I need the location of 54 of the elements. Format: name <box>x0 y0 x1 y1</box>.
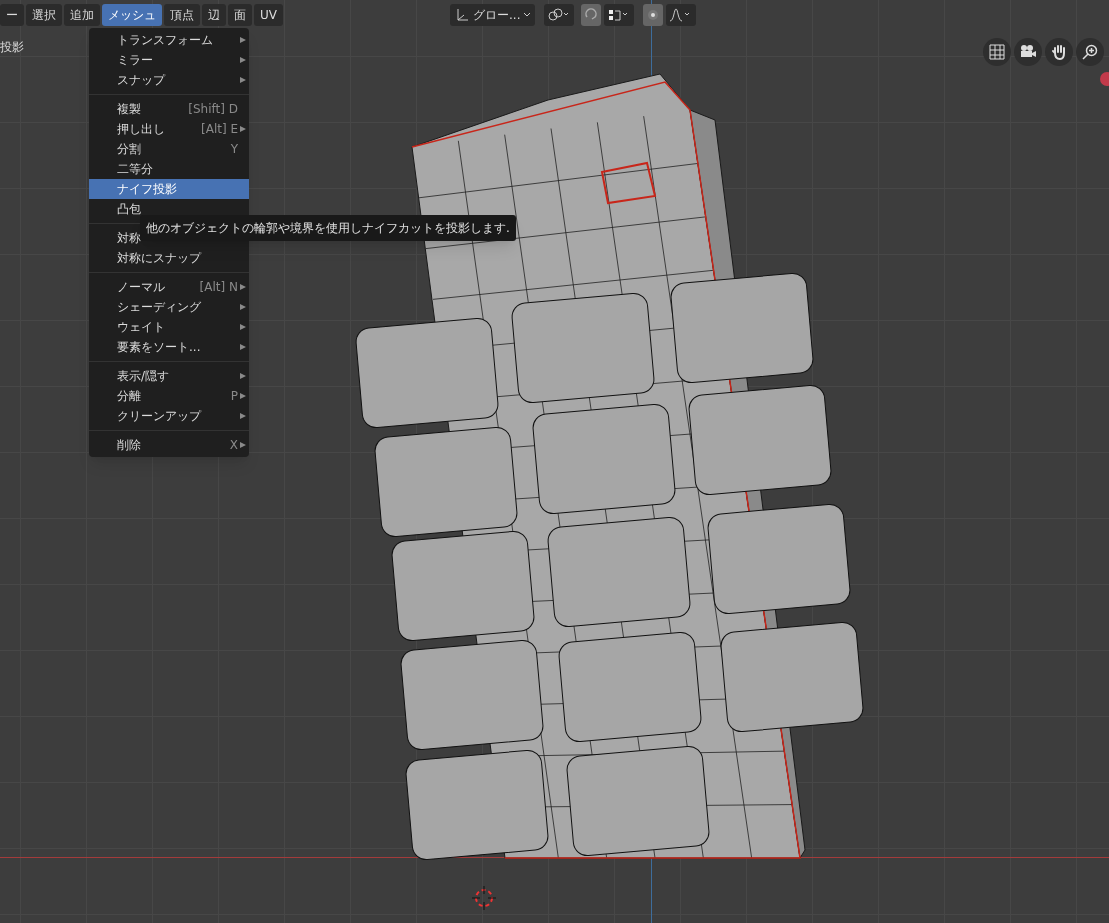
menu-tab[interactable]: 追加 <box>64 4 100 26</box>
submenu-arrow-icon <box>239 441 247 449</box>
menu-item[interactable]: シェーディング <box>89 297 249 317</box>
submenu-arrow-icon <box>239 412 247 420</box>
menu-item[interactable]: 要素をソート... <box>89 337 249 357</box>
menu-item[interactable]: 表示/隠す <box>89 366 249 386</box>
falloff-dropdown[interactable] <box>666 4 697 26</box>
grid-icon[interactable] <box>983 38 1011 66</box>
menu-tab[interactable]: UV <box>254 4 283 26</box>
caret-icon <box>523 12 532 18</box>
submenu-arrow-icon <box>239 372 247 380</box>
menu-item[interactable]: ナイフ投影 <box>89 179 249 199</box>
menu-item[interactable]: 削除 X <box>89 435 249 455</box>
menu-tab[interactable]: メッシュ <box>102 4 162 26</box>
menu-tab[interactable]: ー <box>0 4 24 26</box>
menu-item[interactable]: ミラー <box>89 50 249 70</box>
transform-orientation-dropdown[interactable]: グロー... <box>450 4 536 26</box>
submenu-arrow-icon <box>239 343 247 351</box>
tooltip: 他のオブジェクトの輪郭や境界を使用しナイフカットを投影します. <box>140 215 516 241</box>
menu-tab[interactable]: 面 <box>228 4 252 26</box>
link-icon <box>548 8 571 22</box>
proportional-edit-toggle[interactable] <box>643 4 664 26</box>
zoom-icon[interactable] <box>1076 38 1104 66</box>
menu-item[interactable]: クリーンアップ <box>89 406 249 426</box>
submenu-arrow-icon <box>239 283 247 291</box>
submenu-arrow-icon <box>239 76 247 84</box>
submenu-arrow-icon <box>239 303 247 311</box>
submenu-arrow-icon <box>239 323 247 331</box>
menu-item[interactable]: 分離 P <box>89 386 249 406</box>
submenu-arrow-icon <box>239 125 247 133</box>
proportional-icon <box>646 8 661 22</box>
menu-tab[interactable]: 辺 <box>202 4 226 26</box>
snap-target-dropdown[interactable] <box>604 4 635 26</box>
3d-cursor-icon <box>472 886 496 910</box>
submenu-arrow-icon <box>239 56 247 64</box>
pivot-point-button[interactable] <box>544 4 575 26</box>
menu-item[interactable]: 押し出し [Alt] E <box>89 119 249 139</box>
submenu-arrow-icon <box>239 36 247 44</box>
menu-item[interactable]: 対称にスナップ <box>89 248 249 268</box>
axes-icon <box>454 7 470 23</box>
menu-item[interactable]: ウェイト <box>89 317 249 337</box>
menu-item[interactable]: ノーマル [Alt] N <box>89 277 249 297</box>
menu-tab[interactable]: 頂点 <box>164 4 200 26</box>
menu-item[interactable]: 分割 Y <box>89 139 249 159</box>
menu-item[interactable]: 複製 [Shift] D <box>89 99 249 119</box>
menu-item[interactable]: トランスフォーム <box>89 30 249 50</box>
operator-label: 投影 <box>0 39 24 56</box>
camera-icon[interactable] <box>1014 38 1042 66</box>
snap-toggle[interactable] <box>581 4 602 26</box>
submenu-arrow-icon <box>239 392 247 400</box>
menu-item[interactable]: 二等分 <box>89 159 249 179</box>
menu-item[interactable]: スナップ <box>89 70 249 90</box>
hand-icon[interactable] <box>1045 38 1073 66</box>
menu-tab[interactable]: 選択 <box>26 4 62 26</box>
